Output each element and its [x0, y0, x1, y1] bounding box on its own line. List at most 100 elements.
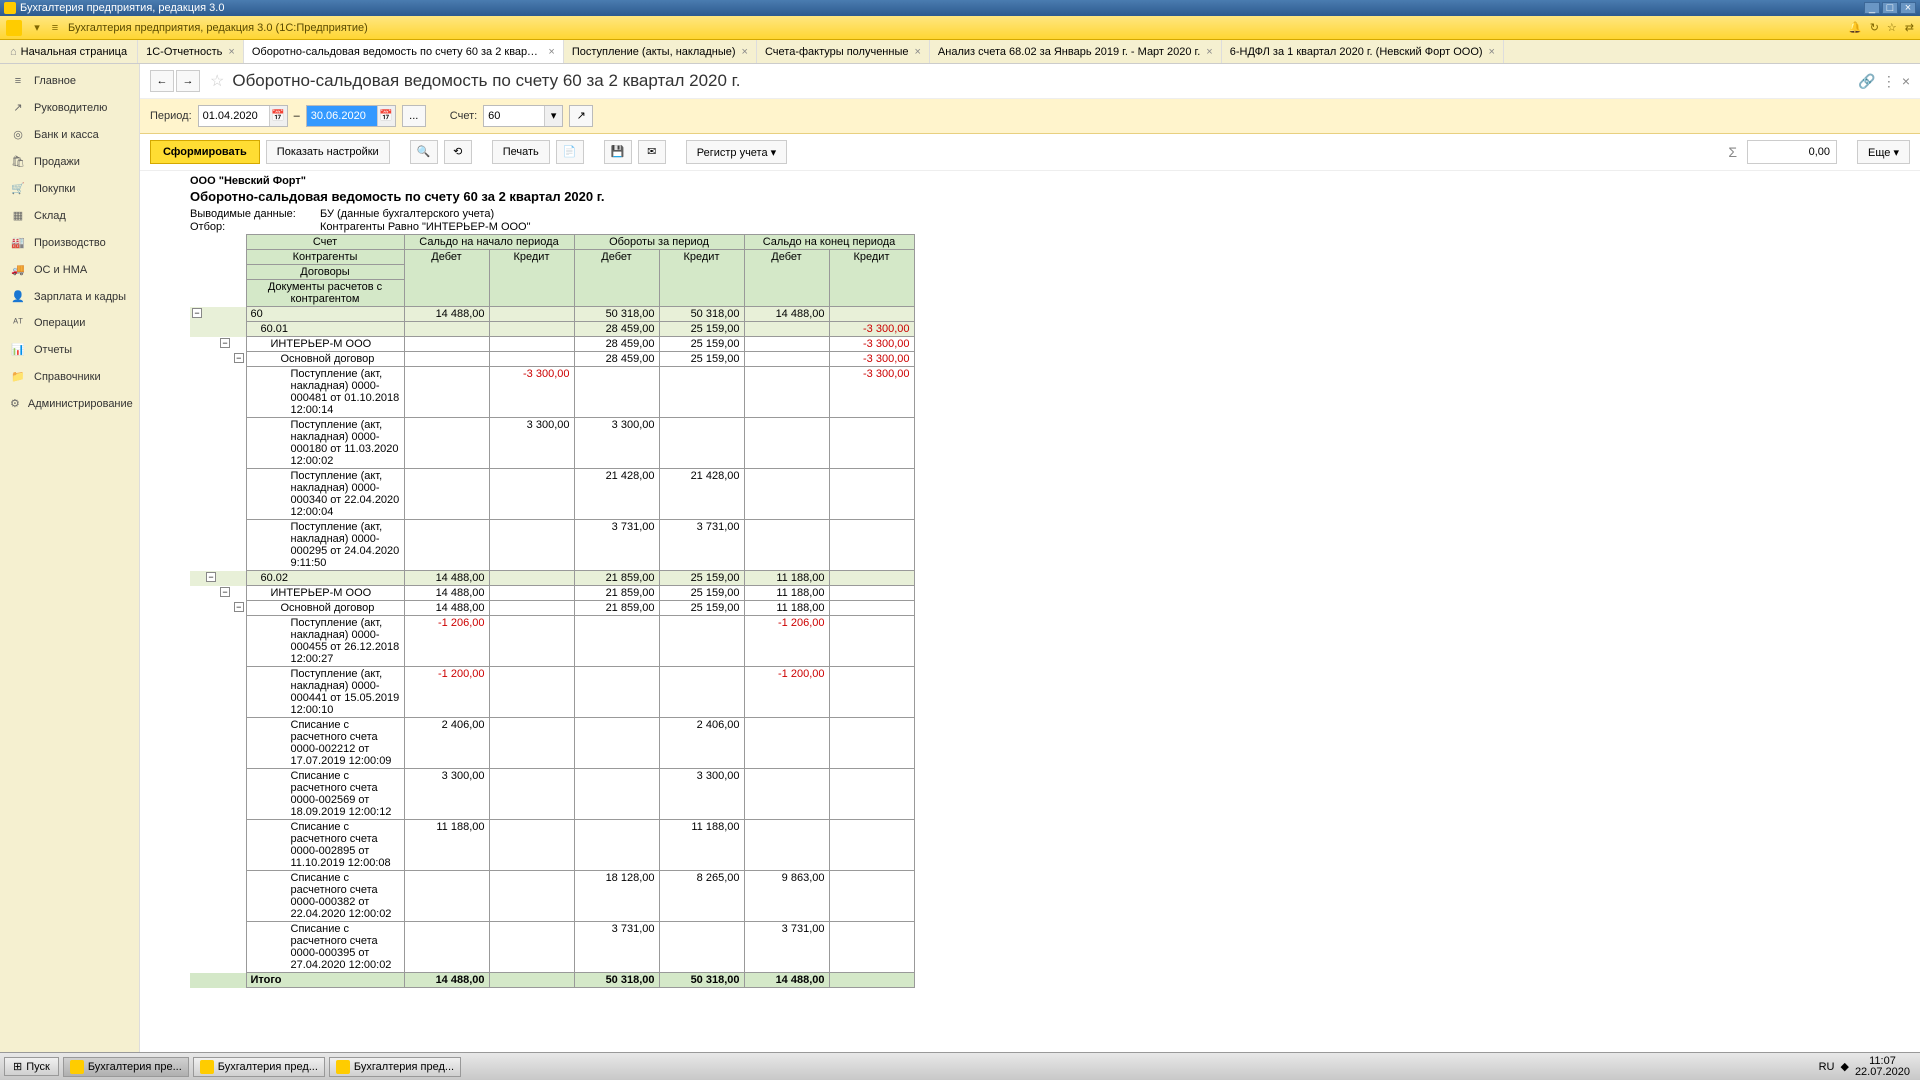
- settings-icon[interactable]: ⇄: [1905, 21, 1914, 34]
- row-end-credit: [829, 586, 914, 601]
- period-picker-button[interactable]: ...: [402, 105, 426, 127]
- tab-0[interactable]: 1С-Отчетность×: [138, 40, 244, 63]
- taskbar-task-2[interactable]: Бухгалтерия пред...: [329, 1057, 461, 1077]
- account-input[interactable]: ▾: [483, 105, 563, 127]
- start-icon: ⊞: [13, 1060, 22, 1073]
- row-end-credit: [829, 418, 914, 469]
- date-to-field[interactable]: [307, 106, 377, 126]
- tab-close-icon[interactable]: ×: [742, 46, 748, 58]
- menu-dropdown-icon[interactable]: ▾: [28, 21, 46, 34]
- tab-close-icon[interactable]: ×: [1489, 46, 1495, 58]
- language-indicator[interactable]: RU: [1819, 1061, 1835, 1073]
- favorite-icon[interactable]: ☆: [210, 71, 224, 91]
- bell-icon[interactable]: 🔔: [1848, 21, 1862, 34]
- table-row[interactable]: −60.0214 488,0021 859,0025 159,0011 188,…: [190, 571, 914, 586]
- close-page-icon[interactable]: ×: [1902, 73, 1910, 90]
- print-button[interactable]: Печать: [492, 140, 550, 164]
- tray-icon[interactable]: ◆: [1840, 1060, 1848, 1073]
- table-row[interactable]: Поступление (акт, накладная) 0000-000295…: [190, 520, 914, 571]
- tree-toggle-icon[interactable]: −: [206, 572, 216, 582]
- table-row[interactable]: Списание с расчетного счета 0000-000395 …: [190, 922, 914, 973]
- tree-toggle-icon[interactable]: −: [220, 587, 230, 597]
- table-row[interactable]: Поступление (акт, накладная) 0000-000180…: [190, 418, 914, 469]
- maximize-button[interactable]: □: [1882, 2, 1898, 14]
- start-button[interactable]: ⊞ Пуск: [4, 1057, 59, 1076]
- generate-button[interactable]: Сформировать: [150, 140, 260, 164]
- clock[interactable]: 11:07 22.07.2020: [1855, 1056, 1910, 1078]
- minimize-button[interactable]: _: [1864, 2, 1880, 14]
- tree-toggle-icon[interactable]: −: [234, 353, 244, 363]
- search-button[interactable]: 🔍: [410, 140, 438, 164]
- taskbar-task-1[interactable]: Бухгалтерия пред...: [193, 1057, 325, 1077]
- table-row[interactable]: −6014 488,0050 318,0050 318,0014 488,00: [190, 307, 914, 322]
- home-tab[interactable]: ⌂ Начальная страница: [0, 40, 138, 63]
- history-icon[interactable]: ↻: [1870, 21, 1879, 34]
- close-button[interactable]: ×: [1900, 2, 1916, 14]
- tab-close-icon[interactable]: ×: [1206, 46, 1212, 58]
- more-button[interactable]: Еще ▾: [1857, 140, 1910, 164]
- tab-close-icon[interactable]: ×: [548, 46, 554, 58]
- table-row[interactable]: −Основной договор28 459,0025 159,00-3 30…: [190, 352, 914, 367]
- print-preview-button[interactable]: 📄: [556, 140, 584, 164]
- tab-2[interactable]: Поступление (акты, накладные)×: [564, 40, 757, 63]
- calendar-to-icon[interactable]: 📅: [377, 106, 395, 126]
- register-button[interactable]: Регистр учета ▾: [686, 140, 787, 164]
- calendar-from-icon[interactable]: 📅: [269, 106, 287, 126]
- table-row[interactable]: −ИНТЕРЬЕР-М ООО14 488,0021 859,0025 159,…: [190, 586, 914, 601]
- email-button[interactable]: ✉: [638, 140, 666, 164]
- tab-5[interactable]: 6-НДФЛ за 1 квартал 2020 г. (Невский Фор…: [1222, 40, 1504, 63]
- account-dropdown-icon[interactable]: ▾: [544, 106, 562, 126]
- table-row[interactable]: Списание с расчетного счета 0000-000382 …: [190, 871, 914, 922]
- table-row[interactable]: 60.0128 459,0025 159,00-3 300,00: [190, 322, 914, 337]
- link-icon[interactable]: 🔗: [1858, 73, 1875, 90]
- forward-button[interactable]: →: [176, 70, 200, 92]
- tree-toggle-icon[interactable]: −: [220, 338, 230, 348]
- refresh-button[interactable]: ⟲: [444, 140, 472, 164]
- tree-toggle-icon[interactable]: −: [192, 308, 202, 318]
- tab-4[interactable]: Анализ счета 68.02 за Январь 2019 г. - М…: [930, 40, 1222, 63]
- table-row[interactable]: Поступление (акт, накладная) 0000-000340…: [190, 469, 914, 520]
- sidebar-item-1[interactable]: ↗Руководителю: [0, 94, 139, 121]
- sidebar-item-9[interactable]: ᴬᵀОперации: [0, 310, 139, 336]
- table-row[interactable]: Поступление (акт, накладная) 0000-000441…: [190, 667, 914, 718]
- date-from-input[interactable]: 📅: [198, 105, 288, 127]
- sidebar-item-4[interactable]: 🛒Покупки: [0, 175, 139, 202]
- tab-close-icon[interactable]: ×: [914, 46, 920, 58]
- star-icon[interactable]: ☆: [1887, 21, 1897, 34]
- back-button[interactable]: ←: [150, 70, 174, 92]
- table-row[interactable]: Списание с расчетного счета 0000-002569 …: [190, 769, 914, 820]
- tree-toggle-icon[interactable]: −: [234, 602, 244, 612]
- show-settings-button[interactable]: Показать настройки: [266, 140, 390, 164]
- more-icon[interactable]: ⋮: [1882, 73, 1896, 90]
- sidebar-label: Банк и касса: [34, 129, 99, 141]
- hamburger-icon[interactable]: ≡: [46, 22, 64, 34]
- tab-1[interactable]: Оборотно-сальдовая ведомость по счету 60…: [244, 40, 564, 63]
- date-to-input[interactable]: 📅: [306, 105, 396, 127]
- date-from-field[interactable]: [199, 106, 269, 126]
- sidebar-item-11[interactable]: 📁Справочники: [0, 363, 139, 390]
- sidebar-item-10[interactable]: 📊Отчеты: [0, 336, 139, 363]
- sidebar-item-5[interactable]: ▦Склад: [0, 202, 139, 229]
- sidebar-item-3[interactable]: 🛍Продажи: [0, 148, 139, 175]
- table-row[interactable]: Поступление (акт, накладная) 0000-000481…: [190, 367, 914, 418]
- tab-close-icon[interactable]: ×: [228, 46, 234, 58]
- account-field[interactable]: [484, 106, 544, 126]
- sidebar-item-0[interactable]: ≡Главное: [0, 68, 139, 94]
- report-area[interactable]: ООО "Невский Форт" Оборотно-сальдовая ве…: [140, 171, 1920, 1052]
- table-row[interactable]: Поступление (акт, накладная) 0000-000455…: [190, 616, 914, 667]
- taskbar-task-0[interactable]: Бухгалтерия пре...: [63, 1057, 189, 1077]
- tab-3[interactable]: Счета-фактуры полученные×: [757, 40, 930, 63]
- account-open-button[interactable]: ↗: [569, 105, 593, 127]
- sidebar-item-7[interactable]: 🚚ОС и НМА: [0, 256, 139, 283]
- table-row[interactable]: Списание с расчетного счета 0000-002212 …: [190, 718, 914, 769]
- save-button[interactable]: 💾: [604, 140, 632, 164]
- sidebar-item-8[interactable]: 👤Зарплата и кадры: [0, 283, 139, 310]
- sidebar-item-2[interactable]: ◎Банк и касса: [0, 121, 139, 148]
- table-row[interactable]: Списание с расчетного счета 0000-002895 …: [190, 820, 914, 871]
- table-row[interactable]: −Основной договор14 488,0021 859,0025 15…: [190, 601, 914, 616]
- col-turn-debit: Дебет: [574, 250, 659, 307]
- totals-row: Итого 14 488,00 50 318,0050 318,00 14 48…: [190, 973, 914, 988]
- table-row[interactable]: −ИНТЕРЬЕР-М ООО28 459,0025 159,00-3 300,…: [190, 337, 914, 352]
- sidebar-item-12[interactable]: ⚙Администрирование: [0, 390, 139, 417]
- sidebar-item-6[interactable]: 🏭Производство: [0, 229, 139, 256]
